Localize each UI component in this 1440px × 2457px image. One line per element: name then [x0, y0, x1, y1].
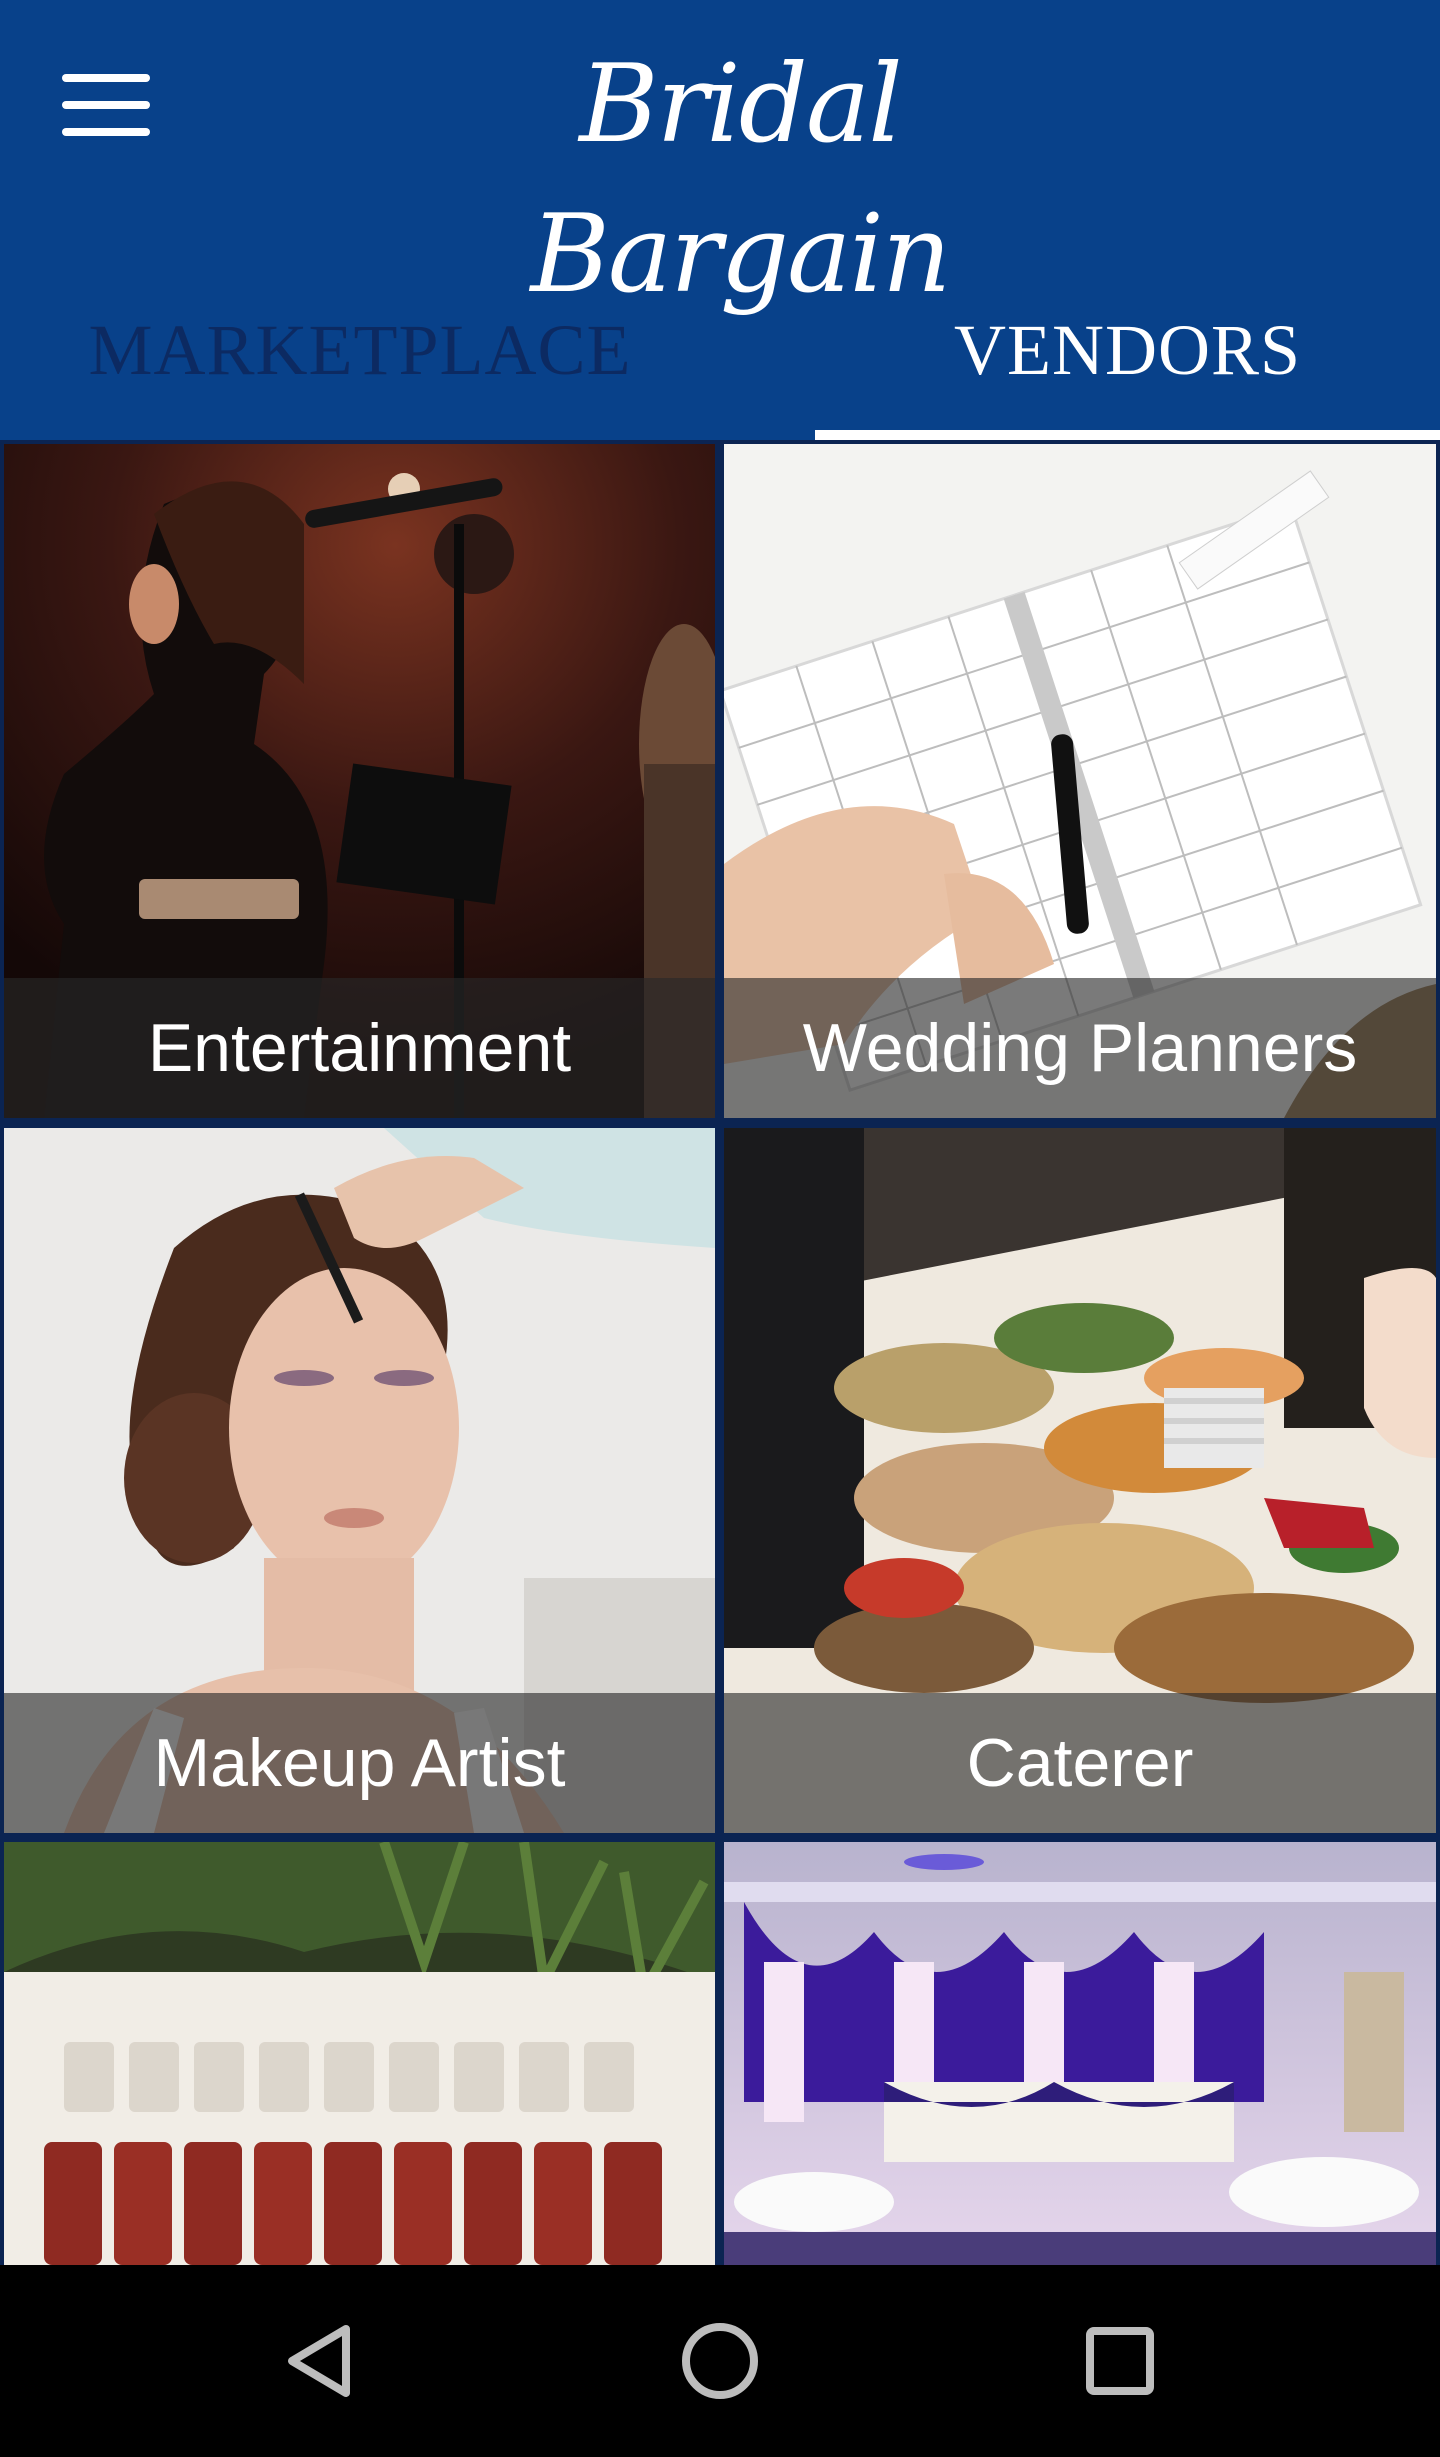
vendor-label: Entertainment [4, 978, 715, 1118]
recents-button[interactable] [1070, 2311, 1170, 2411]
menu-icon-bar [62, 101, 150, 109]
vendor-label: Caterer [724, 1693, 1436, 1833]
app-header: Bridal Bargain MARKETPLACE VENDORS [0, 0, 1440, 440]
vendor-tile-favors[interactable] [4, 1842, 715, 2265]
vendor-tile-wedding-planners[interactable]: Wedding Planners [724, 444, 1436, 1118]
tab-marketplace[interactable]: MARKETPLACE [0, 260, 720, 440]
vendor-tile-entertainment[interactable]: Entertainment [4, 444, 715, 1118]
menu-icon-bar [62, 74, 150, 82]
home-circle-icon [682, 2323, 758, 2399]
vendor-tile-makeup-artist[interactable]: Makeup Artist [4, 1128, 715, 1833]
tab-bar: MARKETPLACE VENDORS [0, 260, 1440, 440]
recents-square-icon [1086, 2327, 1154, 2395]
back-triangle-icon [288, 2325, 350, 2397]
tab-vendors[interactable]: VENDORS [815, 260, 1440, 440]
vendor-grid: Entertainment Wedding Planners Makeup Ar… [0, 440, 1440, 2265]
vendor-label: Wedding Planners [724, 978, 1436, 1118]
home-button[interactable] [670, 2311, 770, 2411]
venue-photo [724, 1842, 1436, 2265]
vendor-tile-caterer[interactable]: Caterer [724, 1128, 1436, 1833]
menu-button[interactable] [52, 62, 168, 148]
vendor-tile-venue[interactable] [724, 1842, 1436, 2265]
menu-icon-bar [62, 128, 150, 136]
app-title: Bridal Bargain [530, 42, 951, 317]
favors-photo [4, 1842, 715, 2265]
back-button[interactable] [270, 2311, 370, 2411]
system-navigation-bar [0, 2265, 1440, 2457]
selected-tab-indicator [815, 430, 1440, 440]
vendor-label: Makeup Artist [4, 1693, 715, 1833]
